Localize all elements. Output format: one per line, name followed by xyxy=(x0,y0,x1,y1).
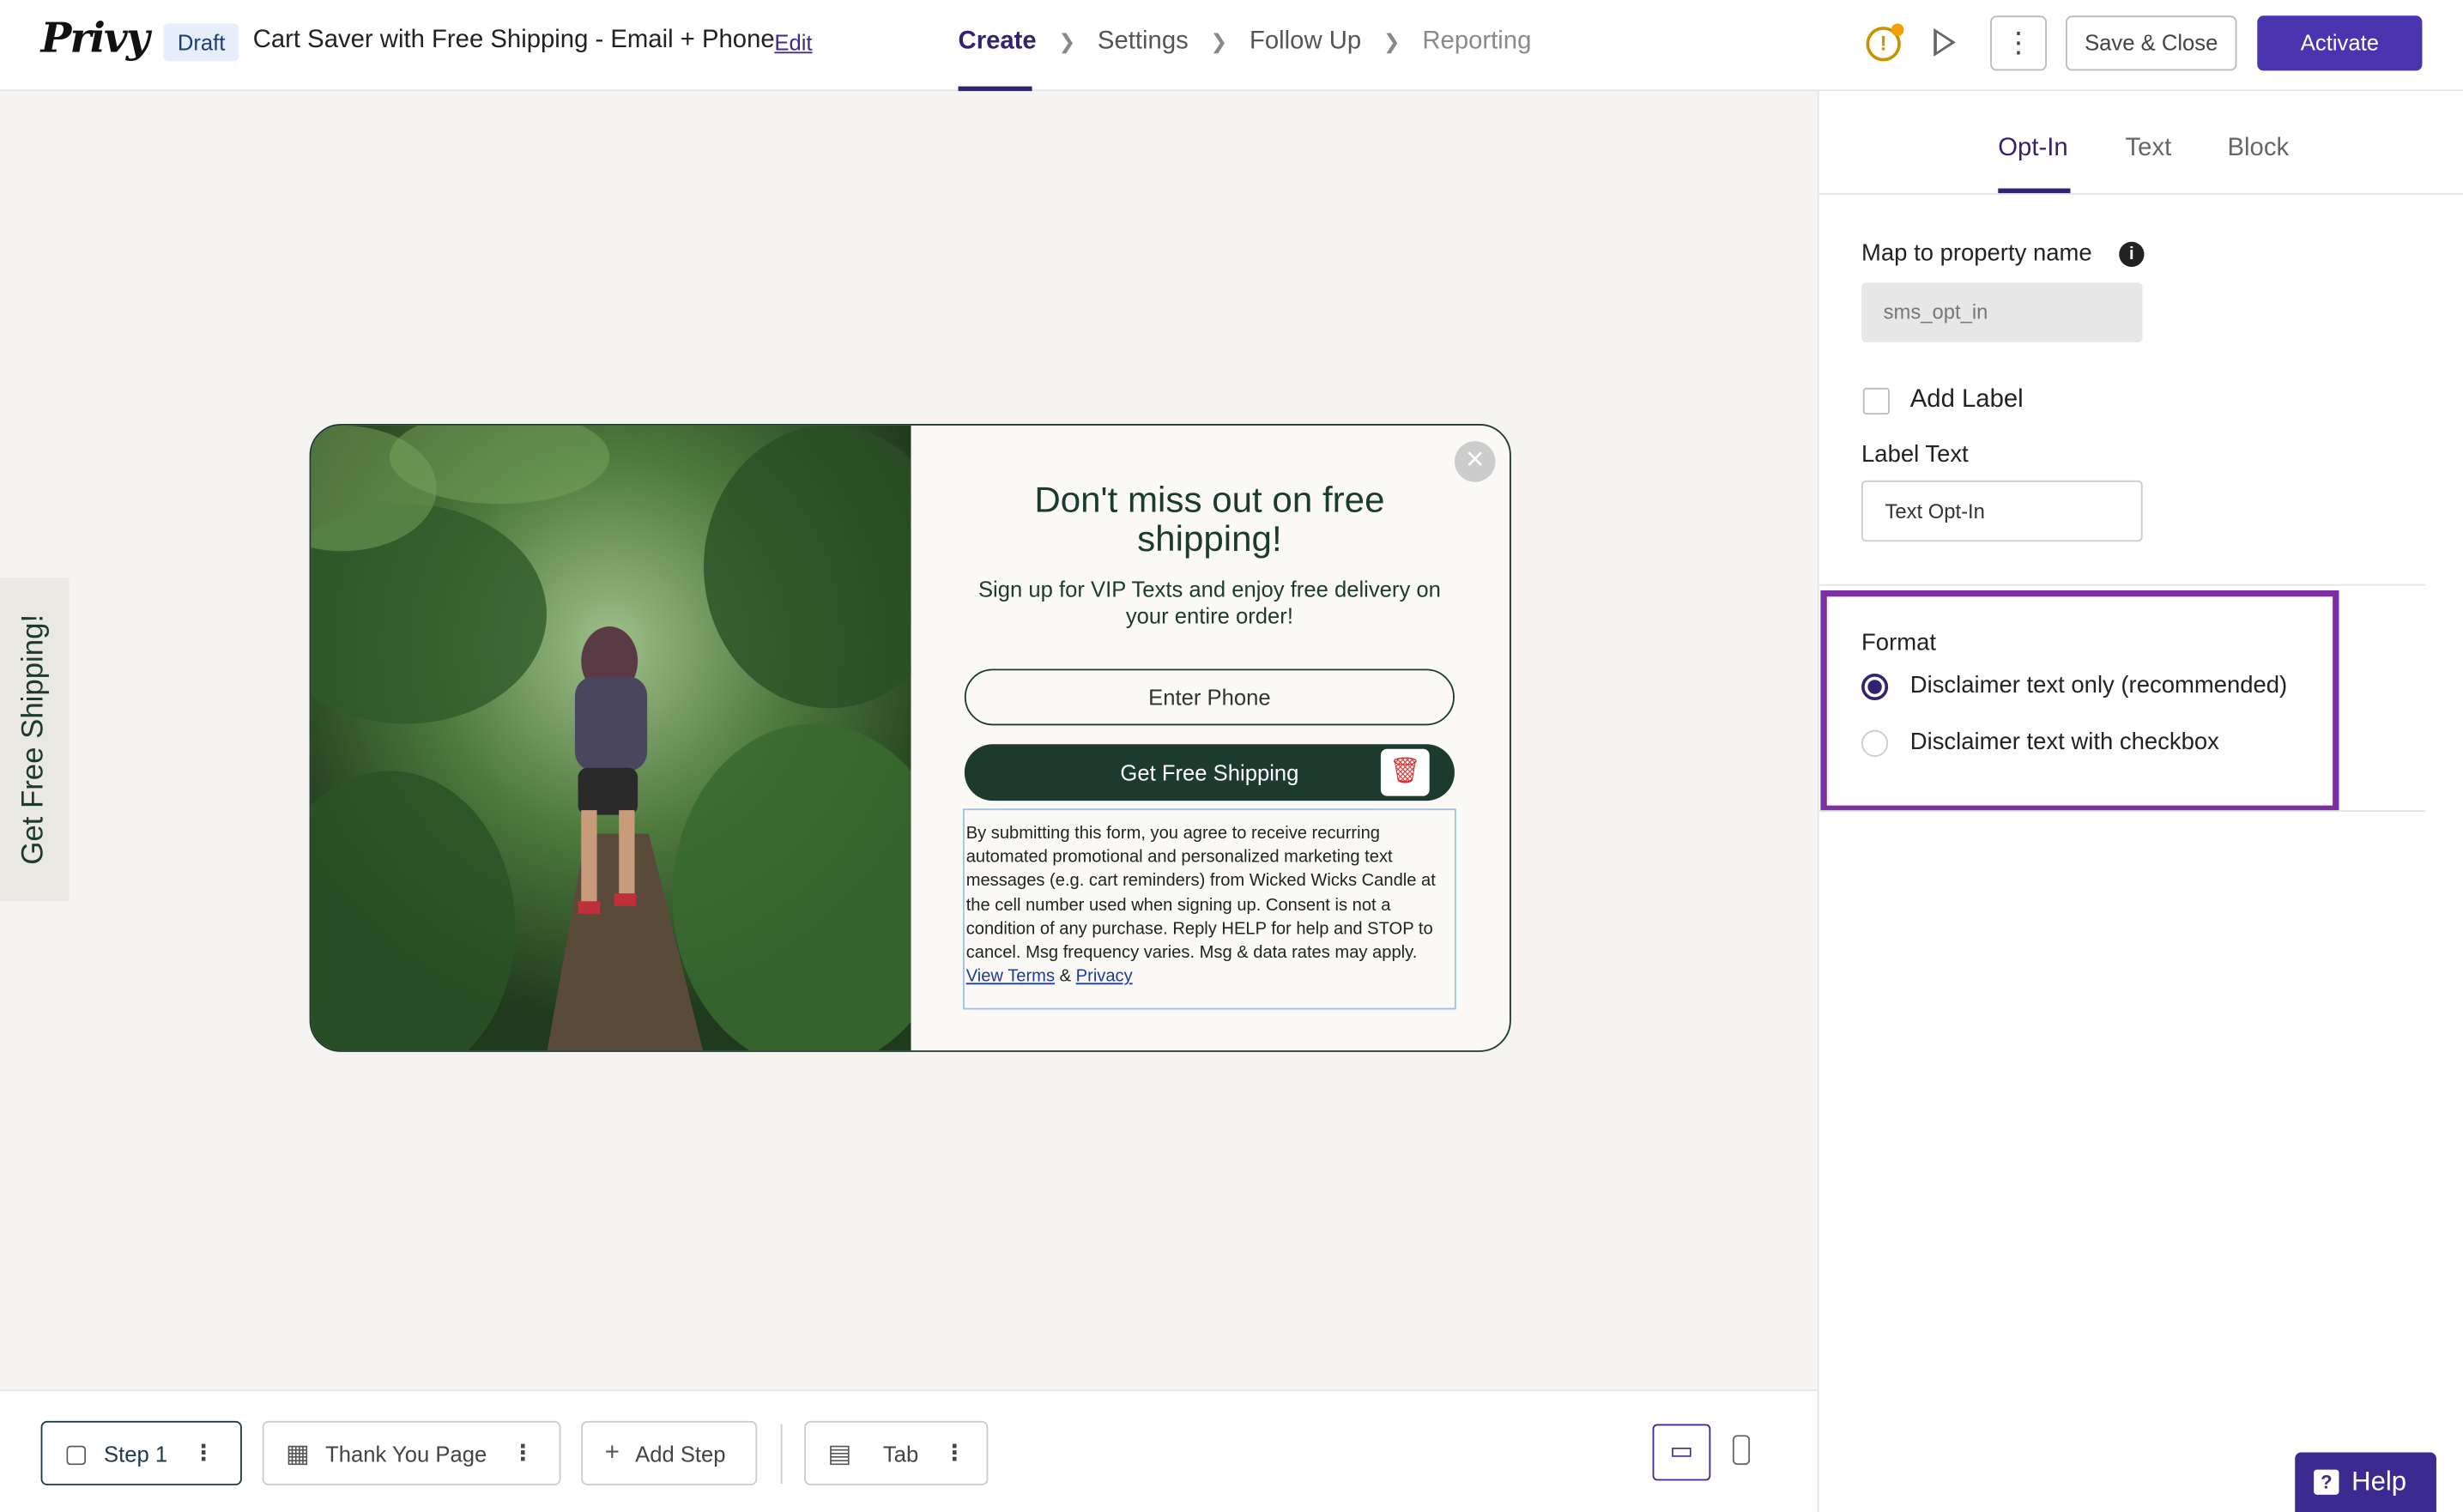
trash-icon[interactable]: 🗑 xyxy=(1380,748,1430,796)
tab-icon: ▤ xyxy=(827,1440,852,1467)
tab-chip[interactable]: ▤ Tab ⋮ xyxy=(804,1420,989,1485)
add-step-button[interactable]: + Add Step xyxy=(581,1420,758,1485)
add-label-text[interactable]: Add Label xyxy=(1910,386,2024,414)
label-text-heading: Label Text xyxy=(1861,441,1969,469)
mobile-view-icon[interactable] xyxy=(1732,1435,1751,1466)
panel-tabs: Opt-In Text Block xyxy=(1819,91,2463,195)
help-label: Help xyxy=(2351,1466,2407,1497)
radio-disclaimer-checkbox[interactable] xyxy=(1861,729,1889,757)
help-icon: ? xyxy=(2314,1469,2339,1495)
more-options-button[interactable]: ⋮ xyxy=(1990,15,2048,71)
active-step-underline xyxy=(958,86,1032,92)
step-bar: ▢ Step 1 ⋮ ▦ Thank You Page ⋮ + Add Step… xyxy=(0,1389,1818,1512)
add-step-label: Add Step xyxy=(635,1440,726,1467)
app-root: Privy Draft Cart Saver with Free Shippin… xyxy=(0,0,2463,1512)
tab-label: Tab xyxy=(882,1440,919,1467)
hiker-forest-photo xyxy=(311,425,911,1051)
popup-preview[interactable]: × Don't miss out on free shipping! Sign … xyxy=(309,424,1511,1052)
disclaimer-text: By submitting this form, you agree to re… xyxy=(965,824,1436,963)
side-tab-preview[interactable]: Get Free Shipping! xyxy=(0,578,70,902)
popup-subtitle[interactable]: Sign up for VIP Texts and enjoy free del… xyxy=(961,576,1457,629)
settings-panel: Opt-In Text Block Map to property name i… xyxy=(1817,91,2463,1512)
popup-close-button[interactable]: × xyxy=(1454,441,1496,482)
step-1-menu-icon[interactable]: ⋮ xyxy=(192,1440,215,1467)
get-free-shipping-button[interactable]: Get Free Shipping 🗑 xyxy=(964,744,1455,801)
thank-you-menu-icon[interactable]: ⋮ xyxy=(512,1440,535,1467)
divider xyxy=(1819,584,2426,586)
desktop-view-icon[interactable]: ▭ xyxy=(1652,1424,1711,1481)
nav-step-reporting[interactable]: Reporting xyxy=(1422,28,1531,57)
add-label-checkbox[interactable] xyxy=(1862,387,1890,415)
tab-menu-icon[interactable]: ⋮ xyxy=(944,1440,966,1467)
divider xyxy=(780,1424,783,1485)
tab-text[interactable]: Text xyxy=(2126,135,2172,163)
label-text-input[interactable]: Text Opt-In xyxy=(1861,480,2143,542)
campaign-title: Cart Saver with Free Shipping - Email + … xyxy=(252,27,775,54)
popup-step-icon: ▢ xyxy=(64,1440,88,1467)
radio-disclaimer-only-label[interactable]: Disclaimer text only (recommended) xyxy=(1910,672,2287,699)
edit-title-link[interactable]: Edit xyxy=(774,30,812,55)
map-property-label: Map to property name xyxy=(1861,239,2092,268)
thank-you-label: Thank You Page xyxy=(325,1440,487,1467)
ampersand: & xyxy=(1059,967,1072,987)
nav-step-settings[interactable]: Settings xyxy=(1098,28,1189,57)
step-navigation: Create ❯ Settings ❯ Follow Up ❯ Reportin… xyxy=(959,28,1532,57)
format-highlight-box xyxy=(1820,590,2339,812)
active-tab-underline xyxy=(1998,188,2071,194)
property-name-input: sms_opt_in xyxy=(1861,282,2143,342)
tab-block[interactable]: Block xyxy=(2228,135,2290,163)
thank-you-chip[interactable]: ▦ Thank You Page ⋮ xyxy=(262,1420,561,1485)
popup-title[interactable]: Don't miss out on free shipping! xyxy=(965,480,1455,559)
tab-opt-in[interactable]: Opt-In xyxy=(1998,135,2067,163)
step-1-label: Step 1 xyxy=(104,1440,168,1467)
status-badge: Draft xyxy=(163,23,239,62)
view-terms-link[interactable]: View Terms xyxy=(966,967,1055,986)
top-header: Privy Draft Cart Saver with Free Shippin… xyxy=(0,0,2463,92)
notification-dot xyxy=(1891,23,1904,37)
radio-disclaimer-checkbox-label[interactable]: Disclaimer text with checkbox xyxy=(1910,729,2219,755)
phone-input[interactable]: Enter Phone xyxy=(964,668,1455,726)
thank-you-page-icon: ▦ xyxy=(286,1440,310,1467)
privy-logo[interactable]: Privy xyxy=(41,15,150,63)
warning-glyph: ! xyxy=(1879,31,1887,56)
warning-icon[interactable]: ! xyxy=(1866,23,1904,62)
get-free-shipping-label: Get Free Shipping xyxy=(1120,759,1299,785)
popup-image[interactable] xyxy=(311,425,911,1051)
side-tab-label: Get Free Shipping! xyxy=(17,614,51,865)
chevron-right-icon: ❯ xyxy=(1210,29,1228,54)
format-heading: Format xyxy=(1861,629,1936,656)
plus-icon: + xyxy=(604,1438,620,1467)
info-icon[interactable]: i xyxy=(2119,241,2145,268)
activate-button[interactable]: Activate xyxy=(2257,15,2423,71)
nav-step-create[interactable]: Create xyxy=(959,28,1037,57)
disclaimer-block[interactable]: By submitting this form, you agree to re… xyxy=(963,808,1456,1010)
privacy-link[interactable]: Privacy xyxy=(1076,967,1133,986)
step-1-chip[interactable]: ▢ Step 1 ⋮ xyxy=(40,1420,242,1485)
chevron-right-icon: ❯ xyxy=(1383,29,1401,54)
play-preview-icon[interactable] xyxy=(1933,27,1956,57)
help-button[interactable]: ? Help xyxy=(2295,1452,2436,1512)
radio-disclaimer-only[interactable] xyxy=(1861,673,1889,701)
divider xyxy=(1819,810,2426,812)
nav-step-follow-up[interactable]: Follow Up xyxy=(1250,28,1361,57)
save-close-button[interactable]: Save & Close xyxy=(2065,15,2237,71)
chevron-right-icon: ❯ xyxy=(1058,29,1076,54)
